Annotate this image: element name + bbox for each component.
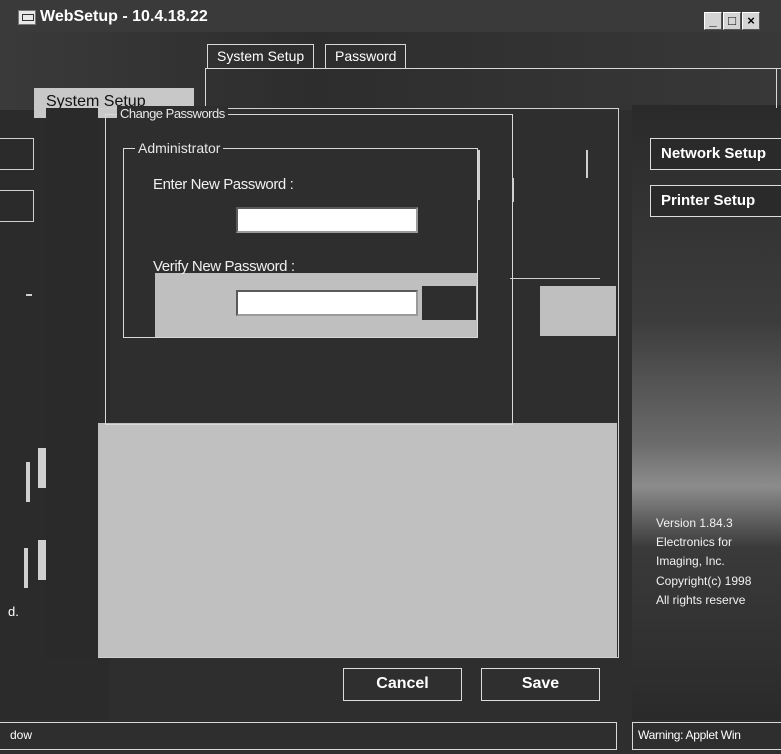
version-line: Imaging, Inc. — [656, 554, 725, 569]
tab-panel-border-left — [205, 68, 206, 108]
applet-warning-text: Warning: Applet Win — [638, 728, 741, 742]
version-line: Electronics for — [656, 535, 733, 550]
status-text-left: dow — [10, 728, 33, 742]
line-fragment — [510, 278, 600, 279]
save-button[interactable]: Save — [481, 668, 600, 701]
version-line: Version 1.84.3 — [656, 516, 733, 530]
left-panel-text-fragment: d. — [8, 604, 19, 619]
new-password-label: Enter New Password : — [153, 176, 294, 193]
minimize-icon[interactable]: _ — [704, 12, 722, 30]
version-info: Version 1.84.3 Electronics for Imaging, … — [656, 514, 751, 610]
maximize-icon[interactable]: □ — [723, 12, 741, 30]
tab-panel-border-right — [776, 68, 777, 108]
network-setup-button[interactable]: Network Setup — [650, 138, 781, 170]
verify-password-field[interactable] — [236, 290, 418, 316]
gray-block — [540, 286, 616, 336]
version-line: Copyright(c) 1998 — [656, 573, 752, 588]
verify-password-label: Verify New Password : — [153, 258, 295, 275]
version-line: All rights reserve — [656, 592, 746, 607]
left-panel-button[interactable] — [0, 138, 34, 170]
window-title: WebSetup - 10.4.18.22 — [40, 8, 208, 25]
left-panel-fragment — [26, 462, 30, 502]
administrator-title: Administrator — [135, 140, 224, 156]
tab-password[interactable]: Password — [325, 44, 407, 68]
tab-panel-border — [205, 68, 781, 69]
line-fragment — [478, 150, 480, 200]
line-fragment — [512, 178, 514, 202]
left-panel-button[interactable] — [0, 190, 34, 222]
dialog-left-strip — [46, 108, 98, 658]
left-panel-fragment — [38, 448, 46, 488]
line-fragment — [586, 150, 588, 178]
close-icon[interactable]: × — [742, 12, 760, 30]
new-password-field[interactable] — [236, 207, 418, 233]
app-icon[interactable] — [18, 10, 36, 25]
tab-system-setup[interactable]: System Setup — [207, 44, 315, 68]
status-bar-left — [0, 722, 617, 750]
printer-setup-button[interactable]: Printer Setup — [650, 185, 781, 217]
change-passwords-title: Change Passwords — [117, 106, 228, 121]
cancel-button[interactable]: Cancel — [343, 668, 462, 701]
left-panel-fragment — [26, 294, 32, 296]
left-panel-fragment — [24, 548, 28, 588]
left-panel-fragment — [38, 540, 46, 580]
